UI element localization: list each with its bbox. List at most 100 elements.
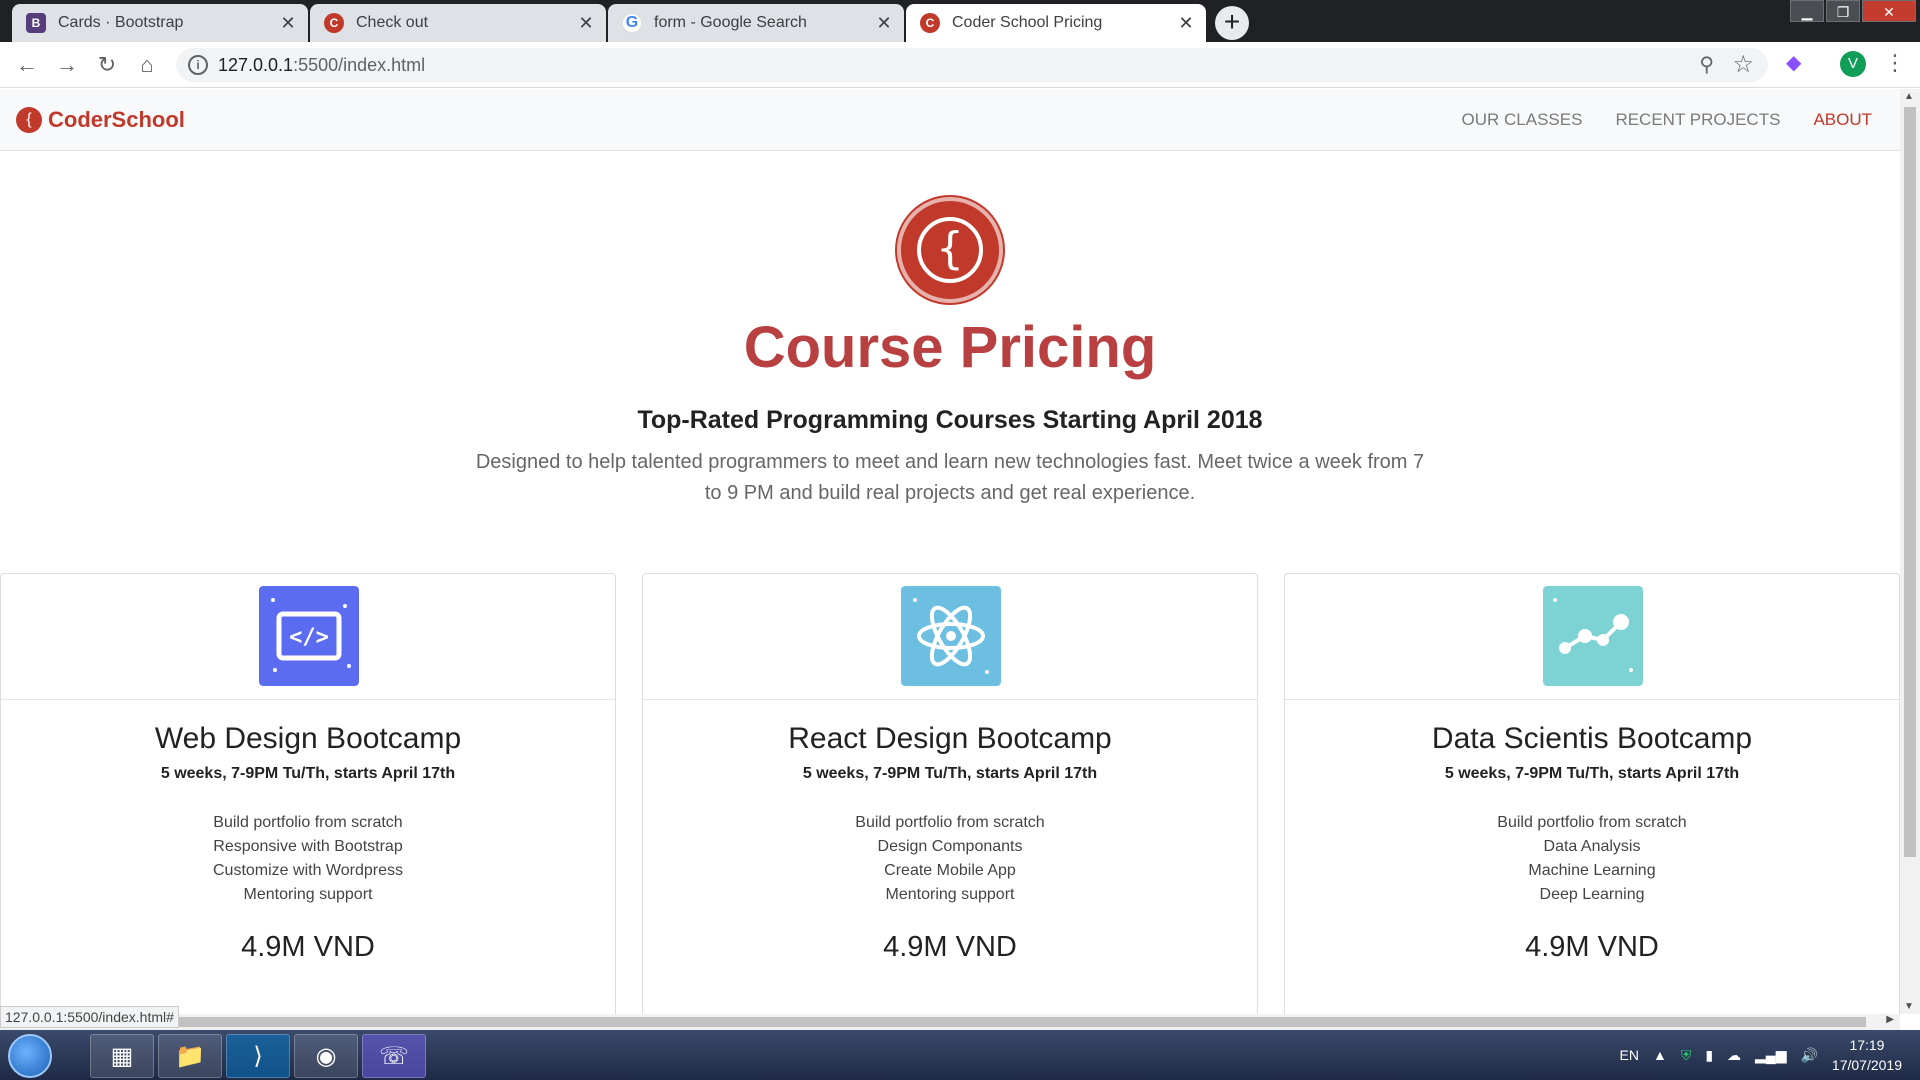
feature-item: Design Componants [877, 838, 1023, 855]
nav-about[interactable]: ABOUT [1813, 110, 1872, 130]
brace-glyph: { [917, 217, 983, 283]
battery-icon[interactable]: ▮ [1705, 1047, 1713, 1064]
volume-icon[interactable]: 🔊 [1800, 1047, 1817, 1064]
tab-title: Check out [356, 14, 429, 31]
back-arrow-icon[interactable]: ← [12, 50, 42, 80]
system-tray: EN ▲ ⛨ ▮ ☁ ▂▄▆ 🔊 17:19 17/07/2019 [1620, 1030, 1920, 1080]
feature-item: Data Analysis [1543, 838, 1641, 855]
link-status-bubble: 127.0.0.1:5500/index.html# [0, 1006, 179, 1028]
tab-coder-school-pricing[interactable]: C Coder School Pricing ✕ [906, 4, 1206, 42]
zoom-icon[interactable]: ⚲ [1699, 52, 1714, 77]
close-icon[interactable]: ✕ [874, 13, 894, 34]
brand[interactable]: { CoderSchool [16, 107, 185, 133]
nav-links: OUR CLASSES RECENT PROJECTS ABOUT [1429, 110, 1873, 130]
react-atom-icon [901, 586, 1001, 686]
address-bar[interactable]: i 127.0.0.1:5500/index.html ⚲ ☆ [176, 48, 1768, 82]
nav-our-classes[interactable]: OUR CLASSES [1462, 110, 1583, 130]
coderschool-hero-logo-icon: { [897, 197, 1003, 303]
card-features: Build portfolio from scratch Data Analys… [1285, 811, 1899, 907]
feature-item: Mentoring support [243, 886, 373, 903]
extension-icon[interactable]: ◆ [1786, 50, 1801, 75]
feature-item: Mentoring support [885, 886, 1015, 903]
card-price: 4.9M VND [883, 931, 1017, 963]
tab-cards-bootstrap[interactable]: B Cards · Bootstrap ✕ [12, 4, 308, 42]
card-body: Data Scientis Bootcamp 5 weeks, 7-9PM Tu… [1285, 722, 1899, 964]
card-header [643, 574, 1257, 700]
scrollbar-thumb[interactable] [14, 1017, 1866, 1027]
tray-expand-icon[interactable]: ▲ [1653, 1047, 1667, 1063]
nav-recent-projects[interactable]: RECENT PROJECTS [1615, 110, 1780, 130]
horizontal-scrollbar[interactable]: ▶ [0, 1014, 1900, 1030]
card-price: 4.9M VND [241, 931, 375, 963]
maximize-icon[interactable]: ❐ [1826, 0, 1860, 22]
scroll-up-arrow-icon[interactable]: ▲ [1904, 91, 1914, 102]
card-features: Build portfolio from scratch Design Comp… [643, 811, 1257, 907]
card-price: 4.9M VND [1525, 931, 1659, 963]
card-title: Web Design Bootcamp [154, 722, 462, 755]
clock[interactable]: 17:19 17/07/2019 [1832, 1035, 1902, 1075]
feature-item: Build portfolio from scratch [1497, 814, 1687, 831]
card-body: Web Design Bootcamp 5 weeks, 7-9PM Tu/Th… [1, 722, 615, 964]
taskbar-app-icon[interactable]: ▦ [90, 1034, 154, 1078]
file-explorer-icon[interactable]: 📁 [158, 1034, 222, 1078]
feature-item: Build portfolio from scratch [855, 814, 1045, 831]
course-card-react-design: React Design Bootcamp 5 weeks, 7-9PM Tu/… [642, 573, 1258, 1014]
feature-item: Create Mobile App [884, 862, 1016, 879]
card-title: React Design Bootcamp [788, 722, 1112, 755]
feature-item: Machine Learning [1528, 862, 1656, 879]
vscode-icon[interactable]: ⟩ [226, 1034, 290, 1078]
home-icon[interactable]: ⌂ [132, 50, 162, 80]
close-icon[interactable]: ✕ [576, 13, 596, 34]
profile-avatar[interactable]: V [1840, 51, 1866, 77]
forward-arrow-icon[interactable]: → [52, 50, 82, 80]
cloud-icon[interactable]: ☁ [1727, 1047, 1741, 1064]
start-button[interactable] [8, 1034, 52, 1078]
minimize-icon[interactable]: ▁ [1790, 0, 1824, 22]
tab-title: Cards · Bootstrap [58, 14, 184, 31]
tab-check-out[interactable]: C Check out ✕ [310, 4, 606, 42]
coderschool-logo-icon: { [16, 107, 42, 133]
new-tab-button[interactable]: + [1215, 6, 1249, 40]
code-icon: </> [259, 586, 359, 686]
menu-kebab-icon[interactable]: ⋮ [1884, 50, 1906, 76]
card-schedule: 5 weeks, 7-9PM Tu/Th, starts April 17th [1444, 765, 1740, 782]
scrollbar-thumb[interactable] [1904, 107, 1916, 857]
language-indicator[interactable]: EN [1620, 1047, 1639, 1063]
brand-name: CoderSchool [48, 107, 185, 132]
card-body: React Design Bootcamp 5 weeks, 7-9PM Tu/… [643, 722, 1257, 964]
info-icon[interactable]: i [188, 55, 208, 75]
feature-item: Deep Learning [1539, 886, 1645, 903]
page-subtitle: Top-Rated Programming Courses Starting A… [637, 406, 1263, 434]
url-host: 127.0.0.1 [218, 55, 294, 75]
site-navbar: { CoderSchool OUR CLASSES RECENT PROJECT… [0, 89, 1900, 151]
tab-title: Coder School Pricing [952, 14, 1103, 31]
page-title: Course Pricing [743, 315, 1157, 380]
security-shield-icon[interactable]: ⛨ [1681, 1047, 1692, 1064]
network-icon[interactable]: ▂▄▆ [1755, 1047, 1786, 1064]
svg-text:</>: </> [289, 625, 329, 650]
close-window-icon[interactable]: ✕ [1862, 0, 1916, 22]
coderschool-icon: C [324, 13, 344, 33]
url-path: :5500/index.html [293, 55, 426, 75]
tab-google-search[interactable]: G form - Google Search ✕ [608, 4, 904, 42]
url-text[interactable]: 127.0.0.1:5500/index.html [218, 55, 425, 76]
vertical-scrollbar[interactable]: ▲ ▼ [1900, 89, 1920, 1014]
coderschool-icon: C [920, 13, 940, 33]
bootstrap-icon: B [26, 13, 46, 33]
scroll-down-arrow-icon[interactable]: ▼ [1904, 1001, 1914, 1012]
course-card-web-design: </> Web Design Bootcamp 5 weeks, 7-9PM T… [0, 573, 616, 1014]
card-schedule: 5 weeks, 7-9PM Tu/Th, starts April 17th [160, 765, 456, 782]
close-icon[interactable]: ✕ [1176, 13, 1196, 34]
windows-taskbar: ▦ 📁 ⟩ ◉ ☏ EN ▲ ⛨ ▮ ☁ ▂▄▆ 🔊 17:19 17/07/2… [0, 1030, 1920, 1080]
scroll-right-arrow-icon[interactable]: ▶ [1886, 1014, 1894, 1025]
browser-toolbar: ← → ↻ ⌂ i 127.0.0.1:5500/index.html ⚲ ☆ … [0, 42, 1920, 88]
viber-icon[interactable]: ☏ [362, 1034, 426, 1078]
chrome-icon[interactable]: ◉ [294, 1034, 358, 1078]
close-icon[interactable]: ✕ [278, 13, 298, 34]
reload-icon[interactable]: ↻ [92, 50, 122, 80]
bookmark-star-icon[interactable]: ☆ [1732, 50, 1754, 79]
google-icon: G [622, 13, 642, 33]
course-card-data-science: Data Scientis Bootcamp 5 weeks, 7-9PM Tu… [1284, 573, 1900, 1014]
clock-date: 17/07/2019 [1831, 1057, 1902, 1073]
card-features: Build portfolio from scratch Responsive … [1, 811, 615, 907]
